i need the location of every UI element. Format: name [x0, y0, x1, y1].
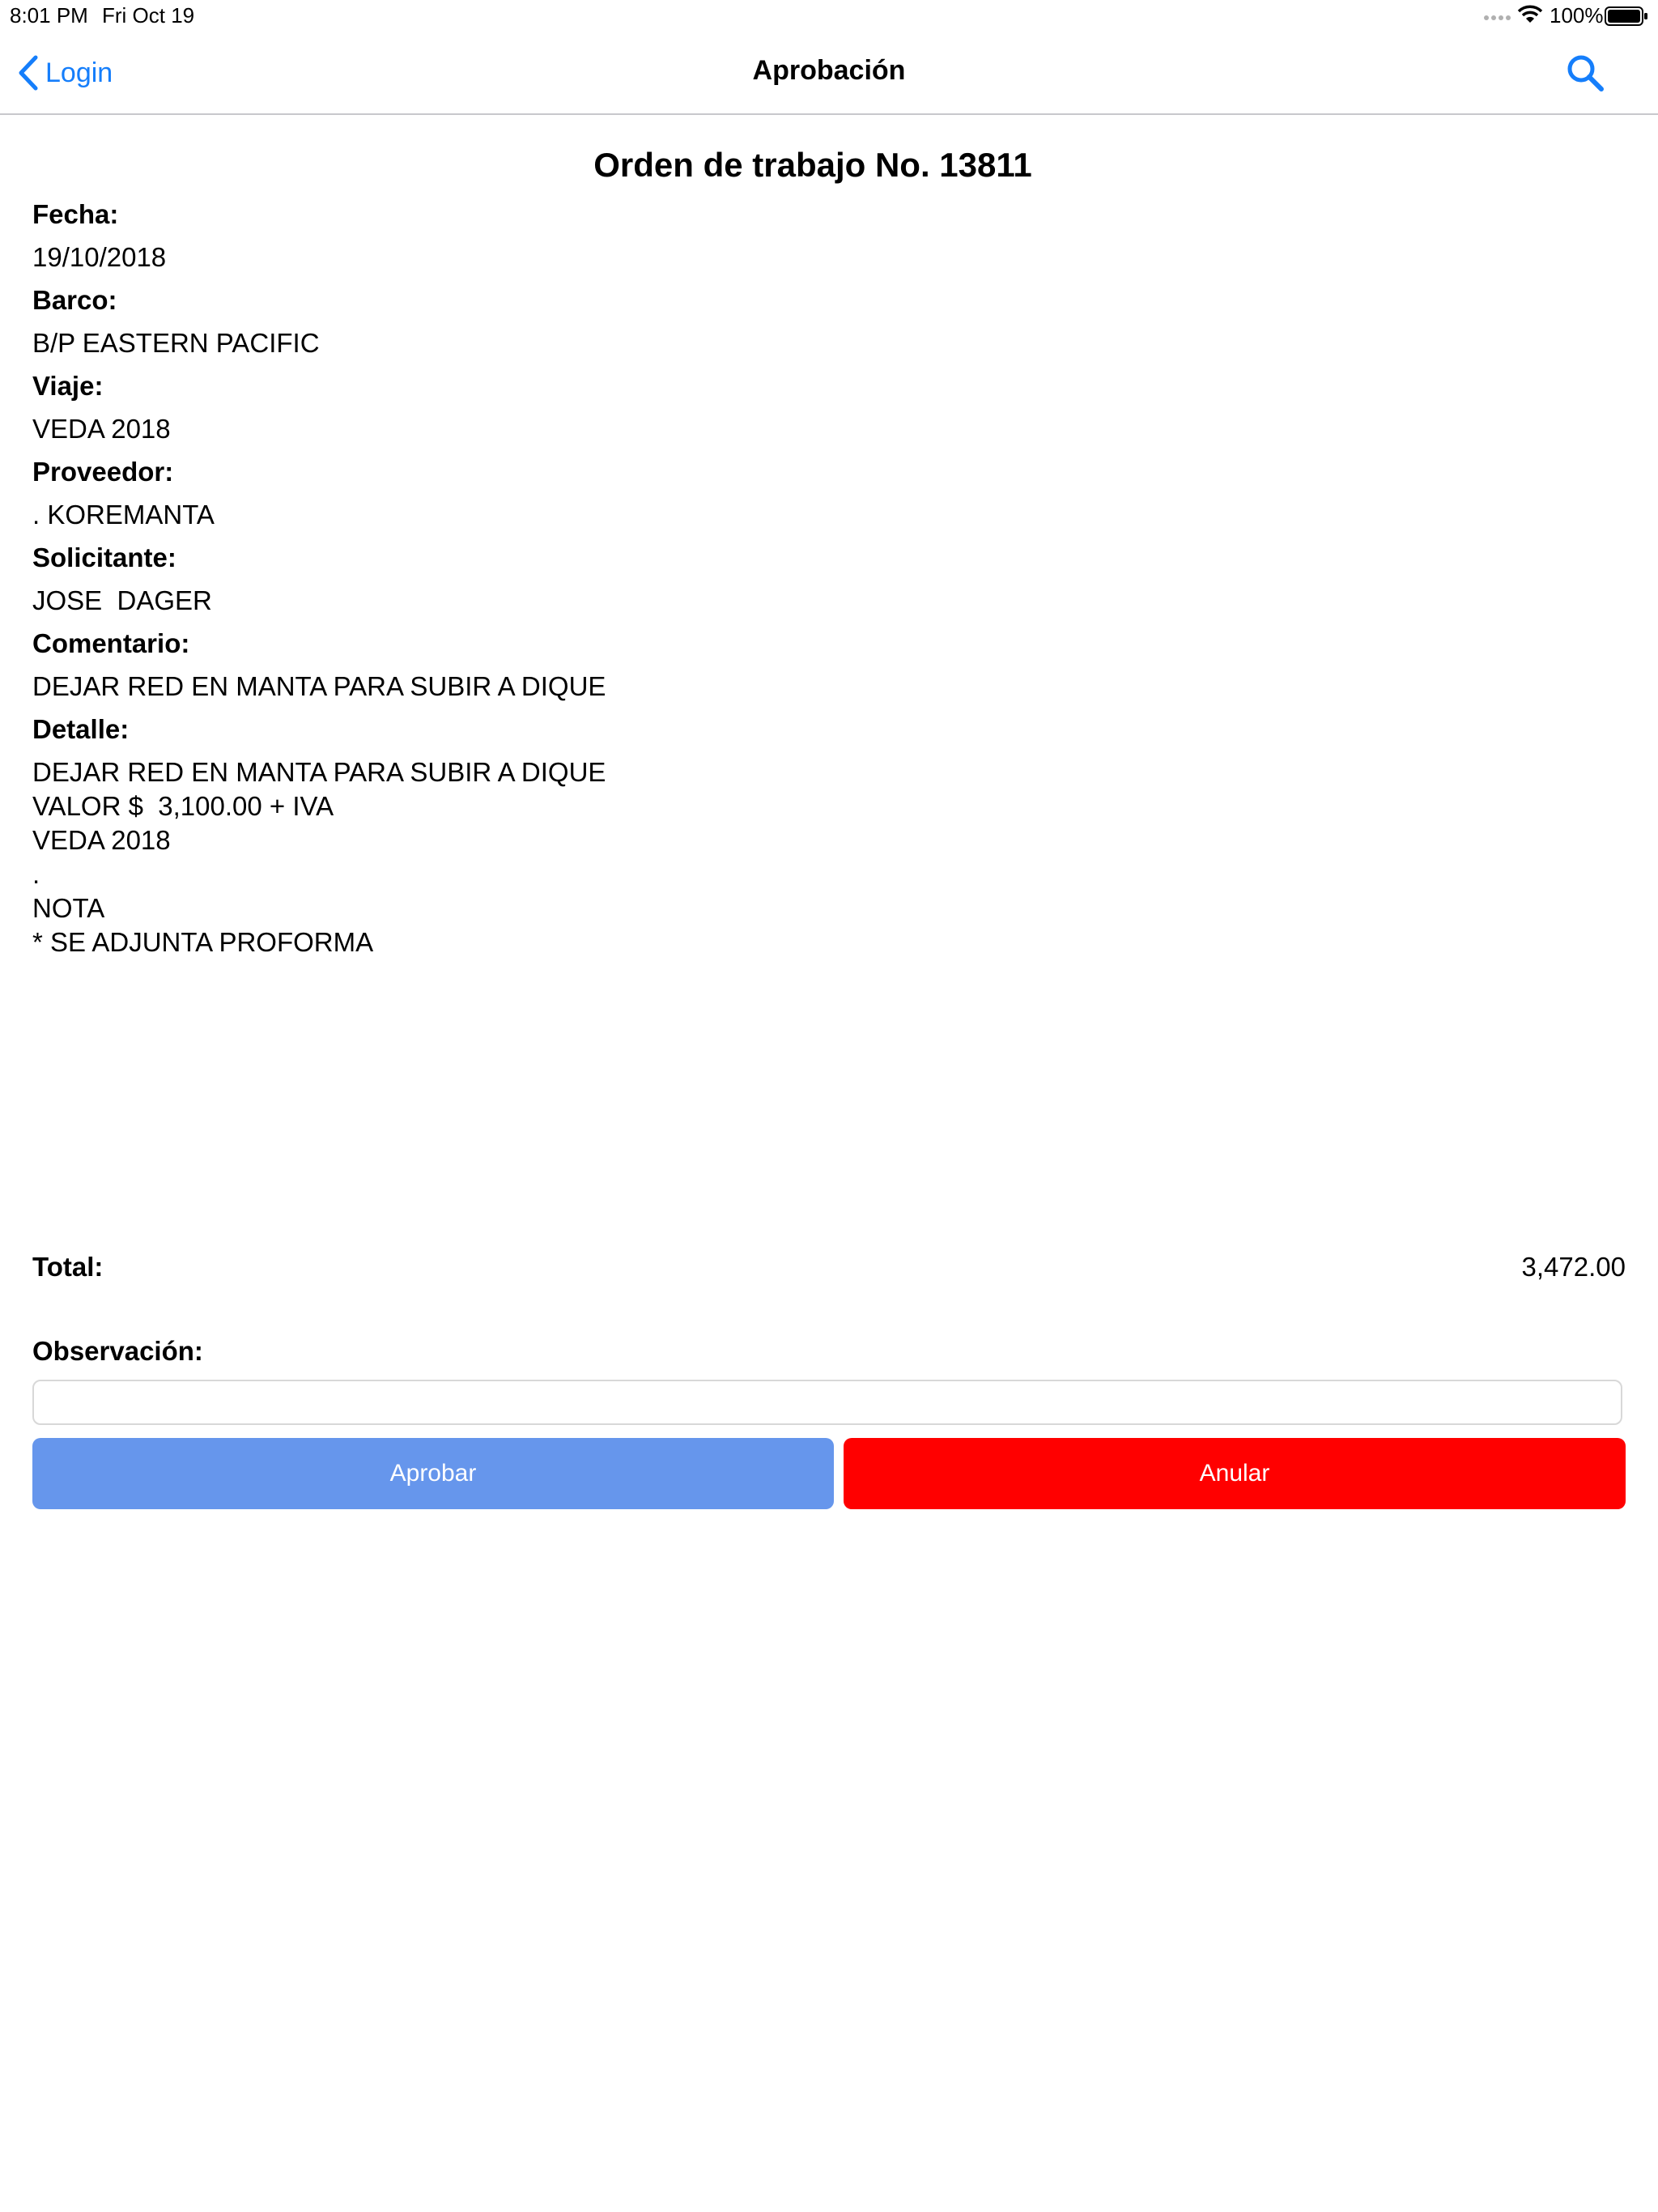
wifi-icon — [1517, 5, 1543, 23]
cellular-signal-icon — [1484, 15, 1511, 20]
approve-button[interactable]: Aprobar — [32, 1438, 834, 1509]
total-label: Total: — [32, 1252, 104, 1282]
back-button-label: Login — [45, 57, 113, 88]
total-value: 3,472.00 — [1521, 1252, 1626, 1282]
battery-icon — [1605, 6, 1647, 26]
detail-line: VEDA 2018 — [32, 825, 171, 855]
field-value-viaje: VEDA 2018 — [32, 414, 171, 444]
status-date: Fri Oct 19 — [102, 3, 195, 28]
status-time: 8:01 PM — [10, 3, 88, 28]
field-label-comentario: Comentario: — [32, 628, 190, 658]
field-label-viaje: Viaje: — [32, 371, 104, 401]
detail-line: DEJAR RED EN MANTA PARA SUBIR A DIQUE — [32, 757, 606, 787]
detail-line: NOTA — [32, 893, 105, 923]
observation-input[interactable] — [32, 1380, 1622, 1425]
field-value-barco: B/P EASTERN PACIFIC — [32, 328, 320, 358]
field-label-barco: Barco: — [32, 285, 117, 315]
field-value-solicitante: JOSE DAGER — [32, 585, 212, 615]
navigation-bar: Aprobación Login — [0, 32, 1658, 115]
field-label-fecha: Fecha: — [32, 199, 119, 229]
observation-label: Observación: — [32, 1336, 203, 1366]
back-button[interactable]: Login — [16, 49, 113, 97]
page-title: Aprobación — [752, 55, 906, 86]
battery-percentage: 100% — [1550, 3, 1604, 28]
field-value-fecha: 19/10/2018 — [32, 242, 167, 272]
order-title: Orden de trabajo No. 13811 — [593, 146, 1032, 184]
field-label-detalle: Detalle: — [32, 714, 130, 744]
field-value-proveedor: . KOREMANTA — [32, 500, 215, 530]
search-icon[interactable] — [1564, 52, 1606, 94]
detail-line: VALOR $ 3,100.00 + IVA — [32, 791, 334, 821]
chevron-left-icon — [19, 55, 38, 91]
detail-line: * SE ADJUNTA PROFORMA — [32, 927, 374, 957]
field-value-comentario: DEJAR RED EN MANTA PARA SUBIR A DIQUE — [32, 671, 606, 701]
field-label-solicitante: Solicitante: — [32, 542, 176, 572]
detail-line: . — [32, 859, 40, 889]
status-bar: 8:01 PM Fri Oct 19 100% — [0, 0, 1658, 32]
field-label-proveedor: Proveedor: — [32, 457, 174, 487]
cancel-button[interactable]: Anular — [844, 1438, 1626, 1509]
